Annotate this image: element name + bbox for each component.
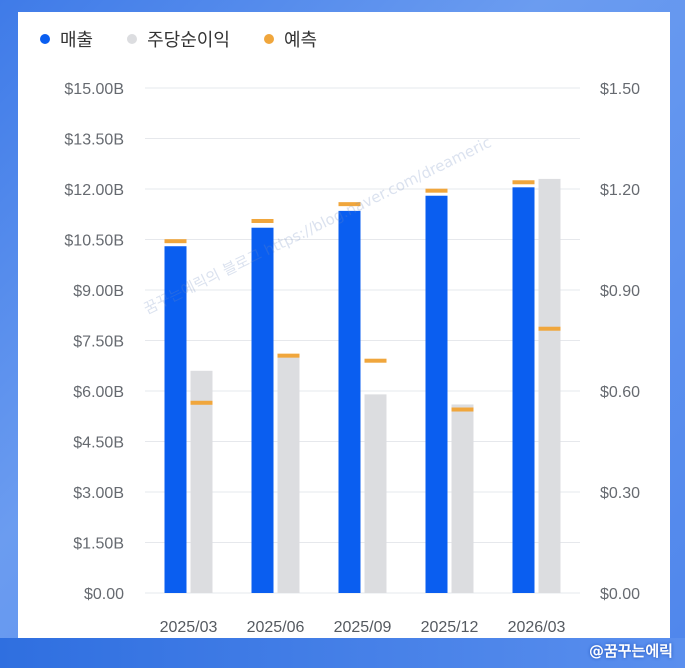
x-tick-label: 2025/12 — [421, 619, 479, 636]
eps-bar — [364, 394, 387, 593]
y-left-tick-label: $9.00B — [73, 283, 124, 300]
y-left-tick-label: $13.50B — [64, 132, 124, 149]
y-right-tick-label: $0.60 — [600, 384, 640, 401]
eps-bar — [451, 404, 474, 593]
revenue-bar — [425, 195, 448, 593]
y-left-tick-label: $0.00 — [84, 586, 124, 603]
bar-chart: $0.00 $1.50B $3.00B $4.50B $6.00B $7.50B $9.00… — [64, 81, 640, 636]
revenue-forecast-marker — [512, 180, 535, 185]
eps-forecast-marker — [190, 400, 213, 405]
x-tick-label: 2026/03 — [508, 619, 566, 636]
y-left-tick-label: $3.00B — [73, 485, 124, 502]
eps-bar — [538, 178, 561, 593]
eps-bar — [277, 353, 300, 593]
y-right-tick-label: $0.00 — [600, 586, 640, 603]
y-left-tick-label: $1.50B — [73, 536, 124, 553]
y-left-tick-label: $12.00B — [64, 182, 124, 199]
y-right-tick-label: $1.50 — [600, 81, 640, 98]
revenue-bar — [338, 210, 361, 593]
eps-forecast-marker — [364, 358, 387, 363]
x-tick-label: 2025/06 — [247, 619, 305, 636]
eps-forecast-marker — [451, 407, 474, 412]
revenue-forecast-marker — [164, 239, 187, 244]
eps-forecast-marker — [538, 326, 561, 331]
y-left-tick-label: $4.50B — [73, 435, 124, 452]
y-left-tick-label: $15.00B — [64, 81, 124, 98]
revenue-forecast-marker — [425, 188, 448, 193]
credit-label: @꿈꾸는에릭 — [588, 642, 673, 660]
y-left-tick-label: $10.50B — [64, 233, 124, 250]
y-left-tick-label: $6.00B — [73, 384, 124, 401]
eps-forecast-marker — [277, 353, 300, 358]
bottom-strip — [0, 638, 685, 668]
x-tick-label: 2025/09 — [334, 619, 392, 636]
x-tick-label: 2025/03 — [160, 619, 218, 636]
y-left-tick-label: $7.50B — [73, 334, 124, 351]
y-right-tick-label: $0.30 — [600, 485, 640, 502]
revenue-bar — [512, 187, 535, 594]
revenue-bar — [251, 227, 274, 593]
y-right-tick-label: $0.90 — [600, 283, 640, 300]
y-right-tick-label: $1.20 — [600, 182, 640, 199]
revenue-forecast-marker — [251, 218, 274, 223]
